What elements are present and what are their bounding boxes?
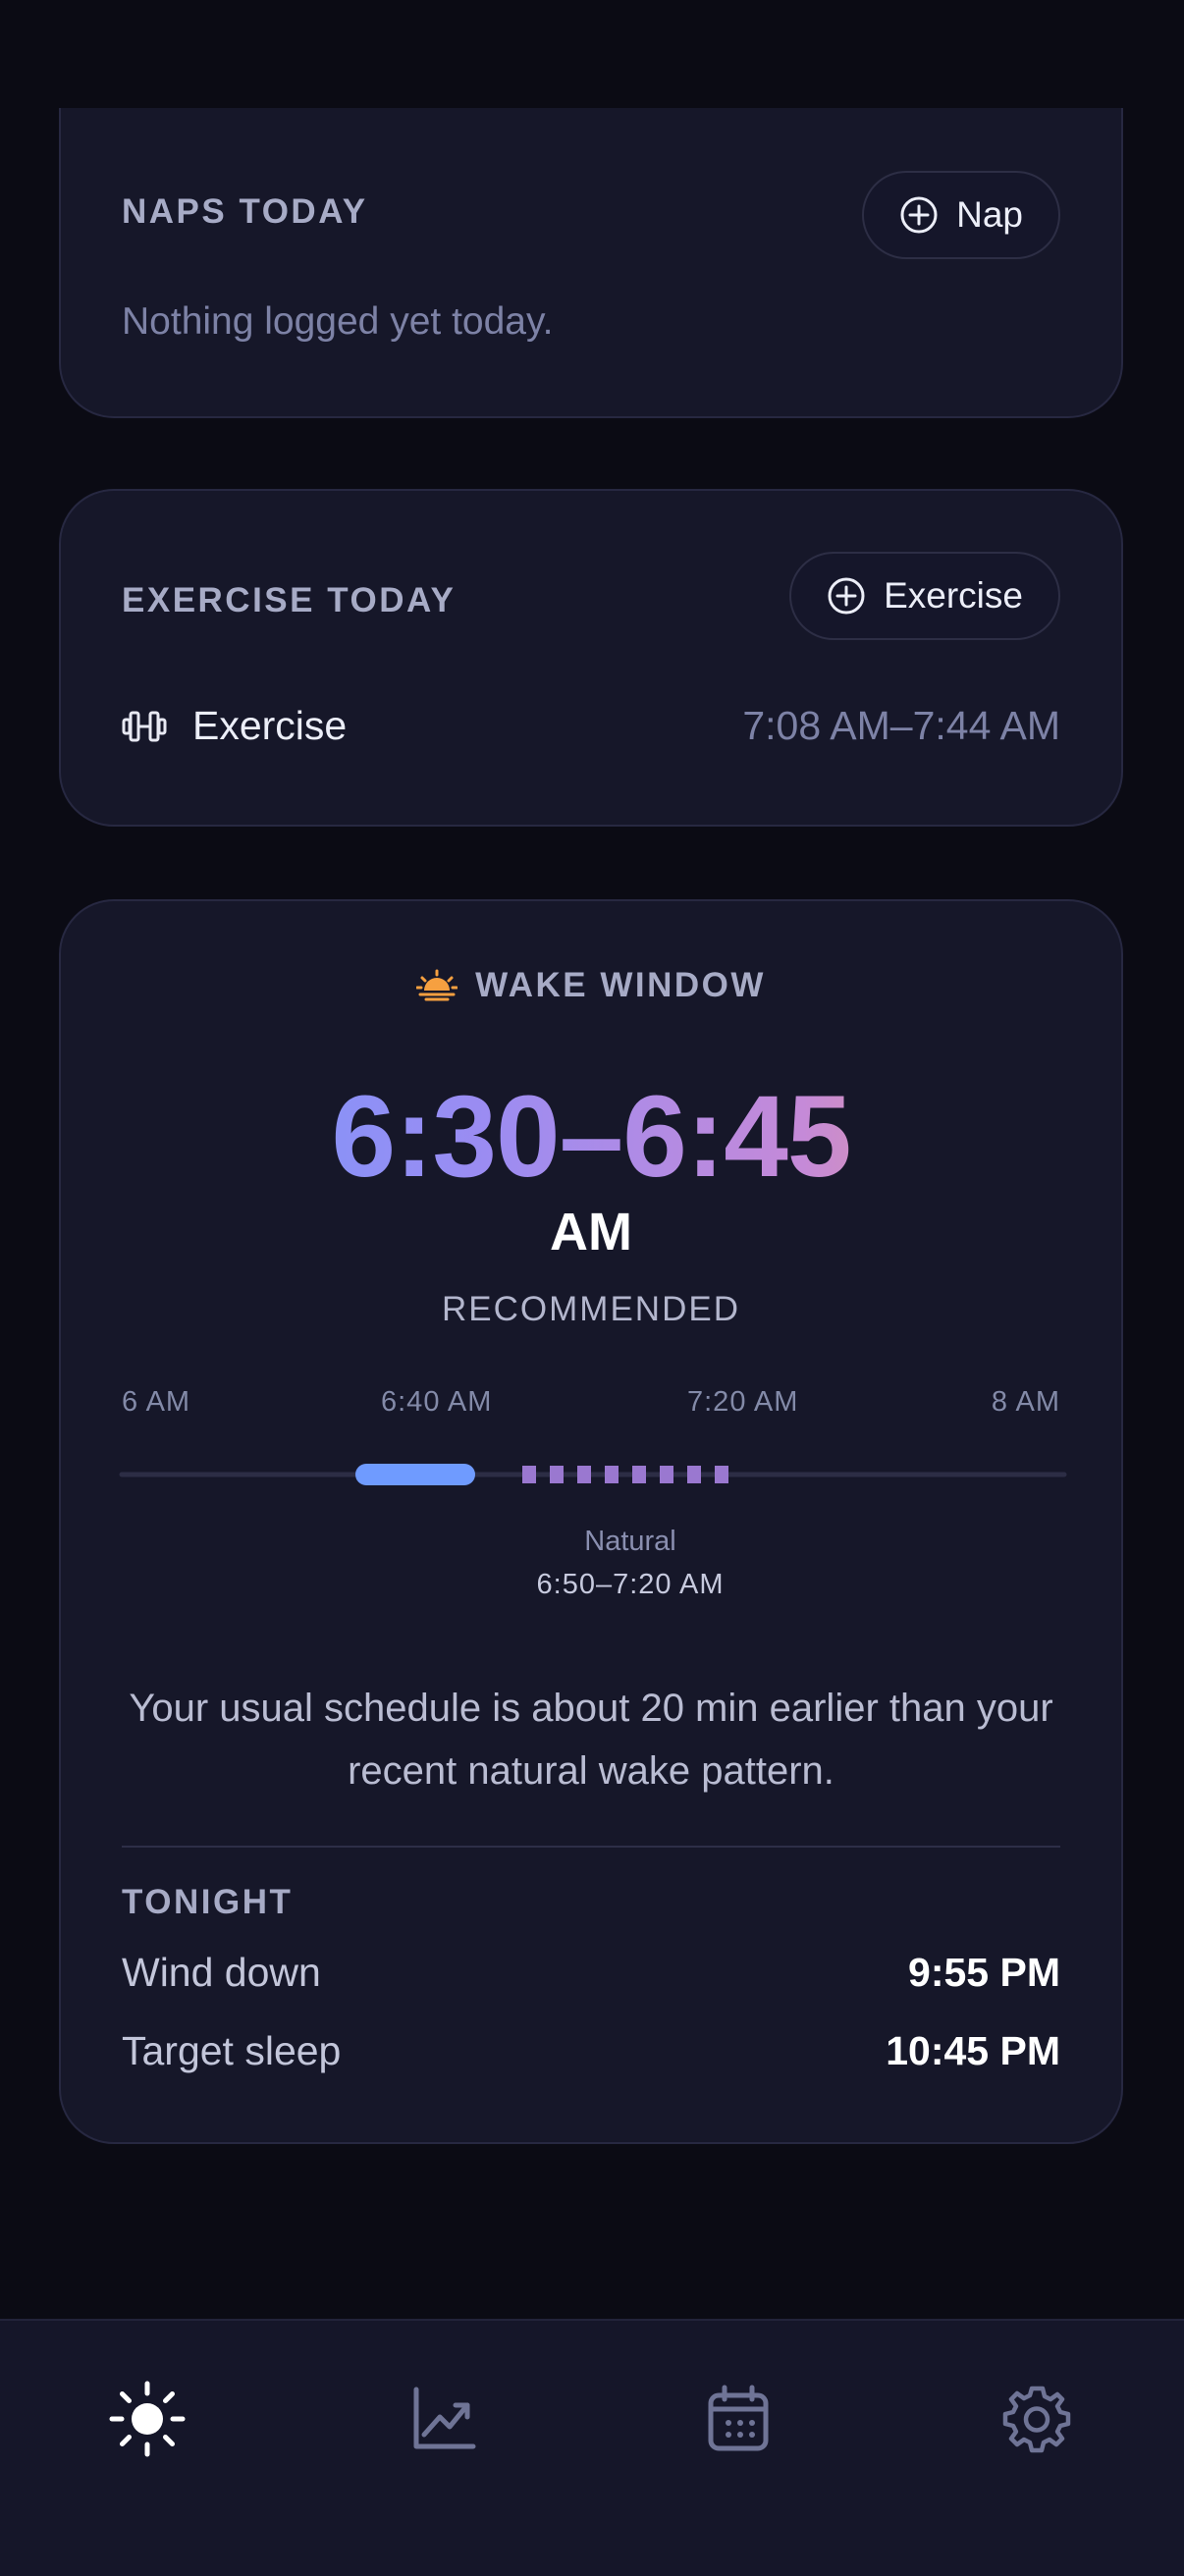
natural-label: Natural	[584, 1526, 676, 1557]
wake-time-period: AM	[550, 1203, 632, 1261]
calendar-icon	[708, 2385, 769, 2451]
wake-window-card: WAKE WINDOW 6:30–6:45 AM RECOMMENDED 6 A…	[59, 899, 1123, 2144]
sun-icon	[109, 2381, 186, 2457]
divider	[122, 1846, 1060, 1848]
recommended-range-bar	[355, 1464, 475, 1485]
plus-circle-icon	[828, 577, 865, 615]
nav-today[interactable]	[88, 2360, 206, 2478]
timeline-tick: 8 AM	[991, 1386, 1060, 1418]
target-sleep-value: 10:45 PM	[886, 2028, 1060, 2073]
exercise-title: EXERCISE TODAY	[122, 581, 457, 619]
nav-settings[interactable]	[978, 2360, 1096, 2478]
wake-timeline	[119, 1464, 1067, 1485]
plus-circle-icon	[900, 196, 938, 234]
exercise-entry[interactable]: Exercise 7:08 AM–7:44 AM	[122, 697, 1060, 756]
wake-window-header: WAKE WINDOW	[61, 966, 1121, 1005]
naps-title: NAPS TODAY	[122, 192, 368, 231]
timeline-tick: 7:20 AM	[687, 1386, 799, 1418]
timeline-tick: 6 AM	[122, 1386, 191, 1418]
add-nap-label: Nap	[956, 194, 1023, 235]
wind-down-value: 9:55 PM	[908, 1950, 1060, 1995]
naps-empty-text: Nothing logged yet today.	[122, 300, 554, 343]
wake-time-range: 6:30–6:45	[61, 1070, 1121, 1204]
nav-trends[interactable]	[385, 2360, 503, 2478]
sunrise-icon	[416, 969, 458, 1001]
chart-icon	[413, 2387, 476, 2449]
nav-calendar[interactable]	[679, 2360, 797, 2478]
wake-message: Your usual schedule is about 20 min earl…	[129, 1687, 1053, 1793]
gear-icon	[1002, 2386, 1071, 2453]
wake-status: RECOMMENDED	[442, 1290, 740, 1328]
wind-down-label: Wind down	[122, 1950, 321, 1995]
target-sleep-label: Target sleep	[122, 2028, 342, 2073]
exercise-entry-name: Exercise	[192, 703, 348, 748]
add-exercise-label: Exercise	[884, 575, 1023, 616]
dumbbell-icon	[122, 711, 167, 742]
tonight-title: TONIGHT	[122, 1883, 294, 1921]
timeline-tick: 6:40 AM	[381, 1386, 493, 1418]
natural-time: 6:50–7:20 AM	[536, 1569, 725, 1600]
bottom-nav	[0, 2319, 1184, 2576]
exercise-card: EXERCISE TODAY Exercise Exercise 7:08 AM…	[59, 489, 1123, 827]
add-nap-button[interactable]: Nap	[862, 171, 1060, 259]
exercise-entry-time: 7:08 AM–7:44 AM	[742, 703, 1060, 748]
naps-card: NAPS TODAY Nap Nothing logged yet today.	[59, 108, 1123, 418]
add-exercise-button[interactable]: Exercise	[789, 552, 1060, 640]
wake-window-title: WAKE WINDOW	[475, 966, 766, 1004]
